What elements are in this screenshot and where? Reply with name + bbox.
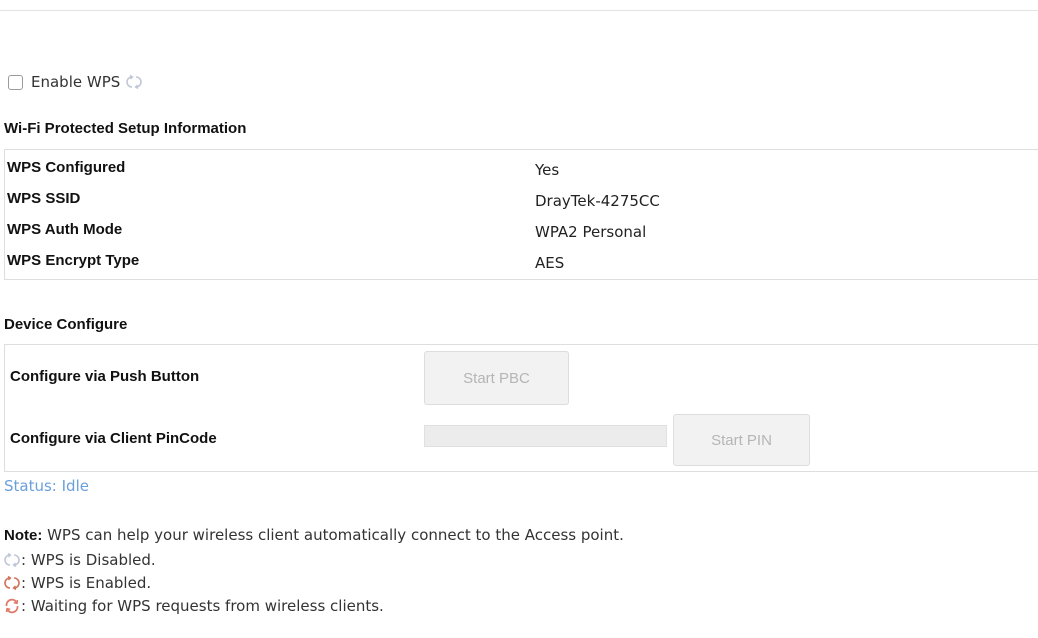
wps-ssid-value: DrayTek-4275CC	[535, 192, 660, 210]
legend-disabled-text: : WPS is Disabled.	[21, 551, 156, 569]
note-text: Note: WPS can help your wireless client …	[4, 526, 624, 544]
wps-waiting-icon	[5, 598, 19, 614]
start-pbc-button[interactable]: Start PBC	[424, 351, 569, 405]
wps-info-table: WPS Configured Yes WPS SSID DrayTek-4275…	[4, 149, 1038, 280]
wps-auth-mode-value: WPA2 Personal	[535, 223, 647, 241]
note-body: WPS can help your wireless client automa…	[42, 526, 624, 544]
enable-wps-checkbox[interactable]	[8, 74, 23, 90]
top-divider	[0, 10, 1038, 11]
wps-encrypt-type-value: AES	[535, 254, 565, 272]
wps-configured-label: WPS Configured	[7, 159, 126, 176]
wps-disabled-icon	[4, 552, 20, 568]
legend-item-enabled: : WPS is Enabled.	[4, 574, 151, 592]
table-row: WPS SSID DrayTek-4275CC	[5, 190, 1038, 214]
legend-enabled-text: : WPS is Enabled.	[21, 574, 152, 592]
wps-disabled-icon	[126, 74, 142, 90]
device-configure-title: Device Configure	[4, 316, 128, 333]
start-pin-button[interactable]: Start PIN	[673, 414, 810, 466]
legend-item-waiting: : Waiting for WPS requests from wireless…	[4, 597, 384, 615]
table-row: WPS Auth Mode WPA2 Personal	[5, 221, 1038, 245]
legend-waiting-text: : Waiting for WPS requests from wireless…	[21, 597, 384, 615]
legend-item-disabled: : WPS is Disabled.	[4, 551, 156, 569]
status-text: Status: Idle	[4, 477, 89, 495]
wps-info-title: Wi-Fi Protected Setup Information	[4, 120, 247, 137]
enable-wps-row: Enable WPS	[8, 72, 142, 92]
table-row: WPS Encrypt Type AES	[5, 252, 1038, 276]
wps-configured-value: Yes	[535, 161, 560, 179]
wps-encrypt-type-label: WPS Encrypt Type	[7, 252, 140, 269]
device-configure-panel: Configure via Push Button Start PBC Conf…	[4, 344, 1038, 472]
pin-code-label: Configure via Client PinCode	[10, 430, 217, 447]
wps-auth-mode-label: WPS Auth Mode	[7, 221, 123, 238]
enable-wps-label[interactable]: Enable WPS	[31, 73, 120, 91]
note-prefix: Note:	[4, 527, 43, 544]
push-button-label: Configure via Push Button	[10, 368, 200, 385]
pin-code-input[interactable]	[424, 425, 667, 447]
table-row: WPS Configured Yes	[5, 159, 1038, 183]
wps-enabled-icon	[4, 575, 20, 591]
wps-ssid-label: WPS SSID	[7, 190, 81, 207]
